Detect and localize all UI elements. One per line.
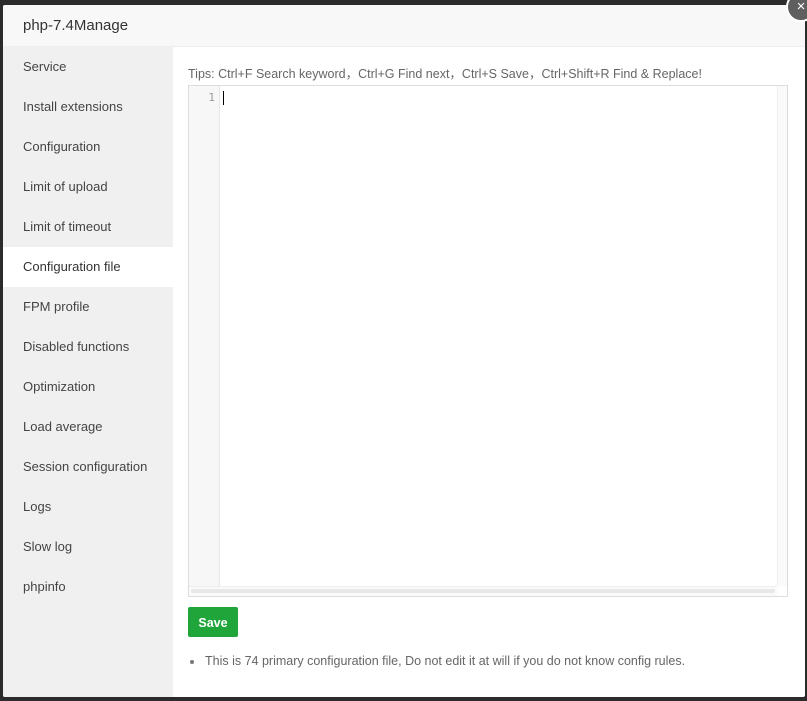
sidebar: Service Install extensions Configuration… [3,47,173,697]
horizontal-scrollbar[interactable] [189,586,777,596]
bullet-icon [190,660,194,664]
vertical-scrollbar[interactable] [777,86,787,586]
help-note-text: This is 74 primary configuration file, D… [205,654,686,668]
help-notes: This is 74 primary configuration file, D… [188,654,685,668]
close-button[interactable]: × [786,0,807,22]
sidebar-item-fpm-profile[interactable]: FPM profile [3,287,173,327]
close-icon[interactable]: × [786,0,807,22]
line-number-gutter: 1 [189,86,220,586]
dialog-title: php-7.4Manage [23,17,129,34]
php-manage-dialog: php-7.4Manage Service Install extensions… [3,5,805,697]
help-note: This is 74 primary configuration file, D… [188,654,685,668]
main-content: Tips: Ctrl+F Search keyword，Ctrl+G Find … [173,47,805,697]
horizontal-scroll-thumb[interactable] [191,589,775,593]
line-number: 1 [208,91,215,104]
sidebar-item-phpinfo[interactable]: phpinfo [3,567,173,607]
save-button[interactable]: Save [188,607,238,637]
editor-tips: Tips: Ctrl+F Search keyword，Ctrl+G Find … [188,67,702,81]
sidebar-item-install-extensions[interactable]: Install extensions [3,87,173,127]
sidebar-item-service[interactable]: Service [3,47,173,87]
sidebar-item-configuration-file[interactable]: Configuration file [3,247,173,287]
sidebar-item-limit-of-timeout[interactable]: Limit of timeout [3,207,173,247]
sidebar-item-logs[interactable]: Logs [3,487,173,527]
sidebar-item-limit-of-upload[interactable]: Limit of upload [3,167,173,207]
code-editor[interactable]: 1 [188,85,788,597]
sidebar-item-configuration[interactable]: Configuration [3,127,173,167]
sidebar-item-disabled-functions[interactable]: Disabled functions [3,327,173,367]
text-caret [223,91,224,105]
sidebar-item-slow-log[interactable]: Slow log [3,527,173,567]
sidebar-item-optimization[interactable]: Optimization [3,367,173,407]
sidebar-item-session-configuration[interactable]: Session configuration [3,447,173,487]
dialog-header: php-7.4Manage [3,5,805,47]
sidebar-item-load-average[interactable]: Load average [3,407,173,447]
